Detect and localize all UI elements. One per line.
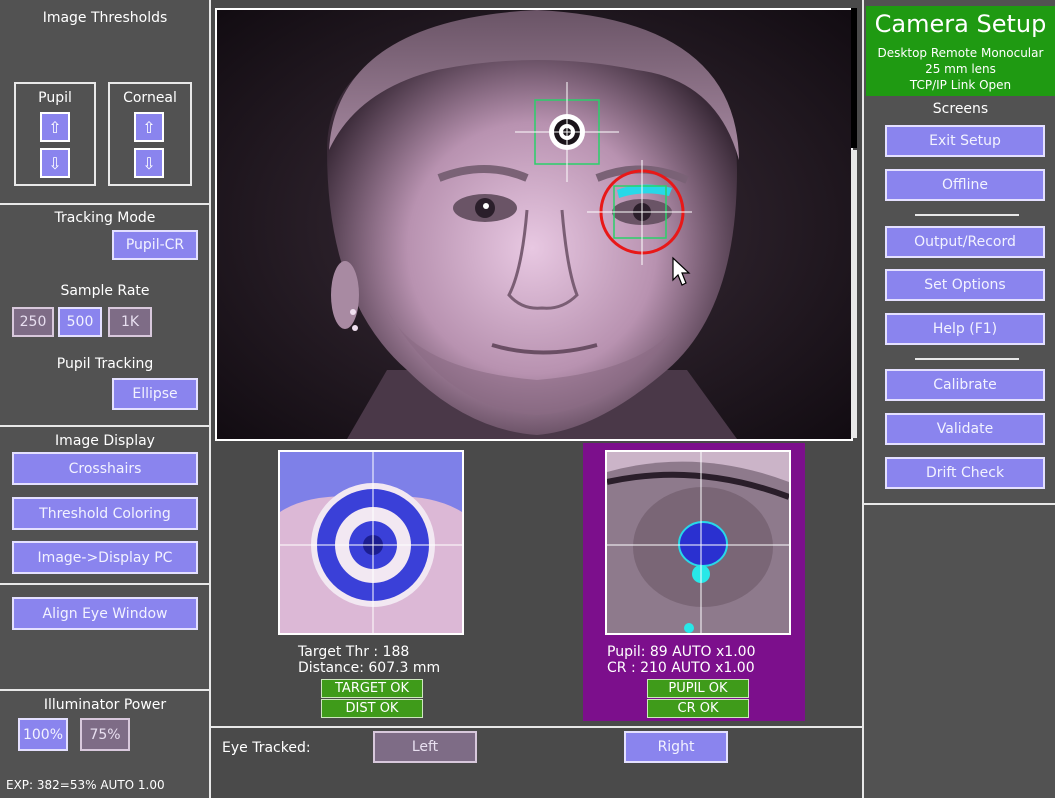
output-record-button[interactable]: Output/Record [885,226,1045,258]
cr-readout: CR : 210 AUTO x1.00 [607,660,755,676]
pupil-ok-status: PUPIL OK [647,679,749,698]
camera-setup-title: Camera Setup [874,10,1047,38]
target-image [280,452,462,633]
corneal-threshold-down-button[interactable]: ⇩ [134,148,164,178]
help-button[interactable]: Help (F1) [885,313,1045,345]
sample-rate-title: Sample Rate [60,283,150,299]
camera-setup-line3: TCP/IP Link Open [909,78,1012,92]
illuminator-100-button[interactable]: 100% [18,718,68,751]
illuminator-power-title: Illuminator Power [43,697,167,713]
crosshairs-button[interactable]: Crosshairs [12,452,198,485]
eye-left-button[interactable]: Left [373,731,477,763]
divider [0,583,210,585]
divider [209,0,211,798]
pupil-readout: Pupil: 89 AUTO x1.00 [607,644,756,660]
eye-thumbnail [605,450,791,635]
arrow-up-icon: ⇧ [48,117,62,137]
divider [0,425,210,427]
arrow-down-icon: ⇩ [48,153,62,173]
camera-image [217,10,851,439]
pupil-threshold-up-button[interactable]: ⇧ [40,112,70,142]
pupil-threshold-label: Pupil [38,90,72,106]
divider [210,726,864,728]
exit-setup-button[interactable]: Exit Setup [885,125,1045,157]
arrow-up-icon: ⇧ [142,117,156,137]
target-threshold-readout: Target Thr : 188 [298,644,410,660]
image-display-pc-button[interactable]: Image->Display PC [12,541,198,574]
pupil-tracking-title: Pupil Tracking [56,356,154,372]
target-thumbnail [278,450,464,635]
cr-ok-status: CR OK [647,699,749,718]
corneal-threshold-label: Corneal [123,90,177,106]
tracking-mode-button[interactable]: Pupil-CR [112,230,198,260]
camera-setup-line2: 25 mm lens [925,62,996,76]
drift-check-button[interactable]: Drift Check [885,457,1045,489]
exposure-readout: EXP: 382=53% AUTO 1.00 [6,778,165,792]
divider [915,214,1019,216]
eye-tracked-label: Eye Tracked: [222,740,311,756]
offline-button[interactable]: Offline [885,169,1045,201]
threshold-coloring-button[interactable]: Threshold Coloring [12,497,198,530]
screens-title: Screens [932,101,989,117]
arrow-down-icon: ⇩ [142,153,156,173]
align-eye-window-button[interactable]: Align Eye Window [12,597,198,630]
camera-image-frame[interactable] [215,8,853,441]
sample-rate-500-button[interactable]: 500 [58,307,102,337]
camera-setup-line1: Desktop Remote Monocular [877,46,1044,60]
dist-ok-status: DIST OK [321,699,423,718]
eye-image [607,452,789,633]
divider [915,358,1019,360]
tracking-mode-title: Tracking Mode [54,210,156,226]
eye-right-button[interactable]: Right [624,731,728,763]
pupil-threshold-down-button[interactable]: ⇩ [40,148,70,178]
sample-rate-250-button[interactable]: 250 [12,307,54,337]
divider [0,203,210,205]
divider [864,503,1055,505]
illuminator-75-button[interactable]: 75% [80,718,130,751]
target-ok-status: TARGET OK [321,679,423,698]
target-distance-readout: Distance: 607.3 mm [298,660,441,676]
camera-image-scrollbar-top [851,8,857,148]
corneal-threshold-up-button[interactable]: ⇧ [134,112,164,142]
thresholds-title: Image Thresholds [42,10,168,26]
validate-button[interactable]: Validate [885,413,1045,445]
pupil-tracking-button[interactable]: Ellipse [112,378,198,410]
divider [0,689,210,691]
set-options-button[interactable]: Set Options [885,269,1045,301]
camera-image-scrollbar[interactable] [851,150,857,438]
image-display-title: Image Display [55,433,155,449]
calibrate-button[interactable]: Calibrate [885,369,1045,401]
sample-rate-1k-button[interactable]: 1K [108,307,152,337]
